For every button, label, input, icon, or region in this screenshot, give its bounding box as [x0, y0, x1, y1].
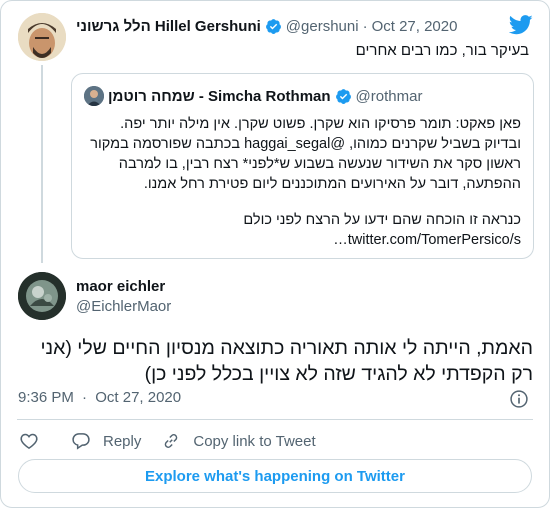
tweet1-author-name[interactable]: הלל גרשוני Hillel Gershuni — [76, 18, 261, 35]
avatar-hillel[interactable] — [18, 13, 66, 61]
embedded-tweet-card: הלל גרשוני Hillel Gershuni @gershuni · O… — [0, 0, 550, 508]
reply-button[interactable]: Reply — [71, 431, 141, 451]
reply-icon — [72, 433, 90, 450]
quoted-author-name: שמחה רוטמן - Simcha Rothman — [108, 87, 331, 105]
quoted-line-3: ראשון סקר את השידור שנעשה בשבוע ש*לפני* … — [118, 156, 521, 172]
tweet1-text: בעיקר בור, כמו רבים אחרים — [355, 42, 529, 59]
thread-connector-line — [41, 65, 43, 263]
avatar-simcha — [84, 86, 104, 106]
quoted-handle: @rothmar — [355, 87, 423, 105]
quoted-line-1: פאן פאקט: תומר פרסיקו הוא שקרן. פשוט שקר… — [120, 116, 521, 132]
verified-badge-icon — [265, 18, 281, 34]
quoted-tweet-text: פאן פאקט: תומר פרסיקו הוא שקרן. פשוט שקר… — [84, 114, 521, 250]
quoted-tweet[interactable]: שמחה רוטמן - Simcha Rothman @rothmar פאן… — [71, 73, 534, 259]
tweet2-time: 9:36 PM — [18, 389, 74, 406]
avatar-maor[interactable] — [18, 272, 66, 320]
explore-button[interactable]: Explore what's happening on Twitter — [18, 459, 532, 493]
quoted-link[interactable]: twitter.com/TomerPersico/s… — [84, 230, 521, 250]
quoted-tweet-header: שמחה רוטמן - Simcha Rothman @rothmar — [84, 86, 422, 106]
quoted-line-5: כנראה זו הוכחה שהם ידעו על הרצח לפני כול… — [243, 212, 521, 228]
twitter-bird-icon[interactable] — [509, 15, 533, 35]
info-icon[interactable] — [509, 389, 529, 409]
tweet1-handle[interactable]: @gershuni — [286, 18, 359, 35]
tweet2-handle[interactable]: @EichlerMaor — [76, 297, 171, 317]
verified-badge-icon — [335, 88, 351, 104]
quoted-line-2: ובדיוק בשביל שקרנים כמוהו, @haggai_segal… — [90, 136, 521, 152]
quoted-line-4: ההפתעה, דובר על האירועים המתוכננים ליום … — [143, 176, 521, 192]
divider — [17, 419, 533, 420]
tweet1-header: הלל גרשוני Hillel Gershuni @gershuni · O… — [76, 15, 501, 37]
tweet1-date[interactable]: Oct 27, 2020 — [372, 18, 458, 35]
copy-link-label: Copy link to Tweet — [193, 432, 316, 450]
tweet2-text: האמת, הייתה לי אותה תאוריה כתוצאה מנסיון… — [40, 337, 533, 385]
tweet-actions-bar: Reply Copy link to Tweet — [19, 429, 336, 453]
like-button[interactable] — [19, 431, 51, 451]
tweet1-separator: · — [362, 17, 368, 35]
copy-link-button[interactable]: Copy link to Tweet — [161, 431, 316, 451]
tweet2-header: maor eichler @EichlerMaor — [76, 277, 171, 317]
reply-label: Reply — [103, 432, 142, 450]
tweet2-timestamp[interactable]: 9:36 PM · Oct 27, 2020 — [18, 389, 181, 406]
tweet2-separator: · — [82, 389, 88, 406]
tweet2-date: Oct 27, 2020 — [95, 389, 182, 406]
link-icon — [165, 434, 178, 448]
heart-icon — [20, 433, 38, 449]
tweet2-author-name[interactable]: maor eichler — [76, 277, 171, 297]
